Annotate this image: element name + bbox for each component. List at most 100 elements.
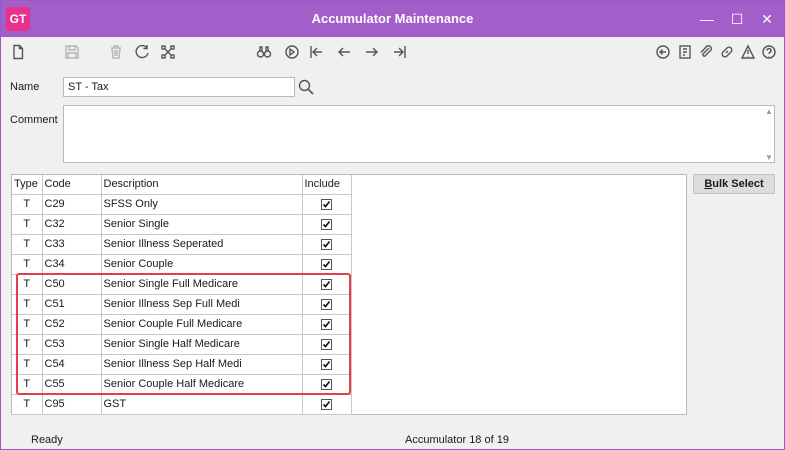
checkmark-icon <box>322 380 331 388</box>
find-icon[interactable] <box>252 40 276 64</box>
bulk-select-button[interactable]: Bulk Select <box>693 174 775 194</box>
minimize-button[interactable]: — <box>690 1 724 37</box>
cell-description[interactable]: Senior Illness Seperated <box>101 234 303 255</box>
cell-code[interactable]: C95 <box>42 394 102 415</box>
save-icon[interactable] <box>60 40 84 64</box>
table-row[interactable]: T C29 SFSS Only <box>12 194 352 215</box>
cell-type[interactable]: T <box>12 374 43 395</box>
cell-description[interactable]: Senior Illness Sep Full Medi <box>101 294 303 315</box>
table-row[interactable]: T C52 Senior Couple Full Medicare <box>12 314 352 335</box>
cell-code[interactable]: C50 <box>42 274 102 295</box>
delete-icon[interactable] <box>104 40 128 64</box>
cell-code[interactable]: C51 <box>42 294 102 315</box>
cell-description[interactable]: SFSS Only <box>101 194 303 215</box>
include-checkbox[interactable] <box>321 238 332 250</box>
cell-description[interactable]: GST <box>101 394 303 415</box>
status-text: Ready <box>31 434 63 446</box>
table-body: T C29 SFSS Only T C32 Senior Single T C33 Senior… <box>12 194 352 415</box>
table-row[interactable]: T C51 Senior Illness Sep Full Medi <box>12 294 352 315</box>
cell-code[interactable]: C55 <box>42 374 102 395</box>
cell-description[interactable]: Senior Single Half Medicare <box>101 334 303 355</box>
next-icon[interactable] <box>360 40 384 64</box>
cell-code[interactable]: C29 <box>42 194 102 215</box>
table-row[interactable]: T C50 Senior Single Full Medicare <box>12 274 352 295</box>
new-icon[interactable] <box>6 40 30 64</box>
cell-description[interactable]: Senior Single Full Medicare <box>101 274 303 295</box>
cell-include <box>302 394 352 415</box>
include-checkbox[interactable] <box>321 378 332 390</box>
refresh-icon[interactable] <box>130 40 154 64</box>
header-type[interactable]: Type <box>12 175 43 195</box>
header-description[interactable]: Description <box>101 175 303 195</box>
name-field[interactable]: ST - Tax <box>63 77 295 97</box>
include-checkbox[interactable] <box>321 198 332 210</box>
cell-type[interactable]: T <box>12 314 43 335</box>
comment-scroll-up-icon[interactable]: ▲ <box>765 107 773 116</box>
cell-type[interactable]: T <box>12 254 43 275</box>
header-code[interactable]: Code <box>42 175 102 195</box>
search-icon[interactable] <box>297 78 315 96</box>
table-row[interactable]: T C34 Senior Couple <box>12 254 352 275</box>
cell-type[interactable]: T <box>12 354 43 375</box>
cell-type[interactable]: T <box>12 214 43 235</box>
cell-code[interactable]: C33 <box>42 234 102 255</box>
last-icon[interactable] <box>388 40 412 64</box>
table-row[interactable]: T C33 Senior Illness Seperated <box>12 234 352 255</box>
cell-description[interactable]: Senior Couple <box>101 254 303 275</box>
cell-type[interactable]: T <box>12 234 43 255</box>
cell-code[interactable]: C32 <box>42 214 102 235</box>
cell-description[interactable]: Senior Couple Half Medicare <box>101 374 303 395</box>
cell-code[interactable]: C52 <box>42 314 102 335</box>
checkmark-icon <box>322 260 331 268</box>
table-row[interactable]: T C95 GST <box>12 394 352 415</box>
accumulator-maintenance-window: GT Accumulator Maintenance — ☐ ✕ Name ST… <box>0 0 785 450</box>
cell-code[interactable]: C53 <box>42 334 102 355</box>
header-include[interactable]: Include <box>302 175 352 195</box>
include-checkbox[interactable] <box>321 278 332 290</box>
include-checkbox[interactable] <box>321 298 332 310</box>
back-circle-icon[interactable] <box>651 40 675 64</box>
record-position: Accumulator 18 of 19 <box>405 434 509 446</box>
include-checkbox[interactable] <box>321 398 332 410</box>
checkmark-icon <box>322 220 331 228</box>
table-header-row: Type Code Description Include <box>12 175 352 195</box>
cell-code[interactable]: C34 <box>42 254 102 275</box>
cell-code[interactable]: C54 <box>42 354 102 375</box>
close-button[interactable]: ✕ <box>750 1 784 37</box>
cell-type[interactable]: T <box>12 294 43 315</box>
include-checkbox[interactable] <box>321 318 332 330</box>
checkmark-icon <box>322 280 331 288</box>
include-checkbox[interactable] <box>321 218 332 230</box>
cell-include <box>302 214 352 235</box>
cell-include <box>302 234 352 255</box>
title-bar: GT Accumulator Maintenance — ☐ ✕ <box>1 1 784 37</box>
table-row[interactable]: T C53 Senior Single Half Medicare <box>12 334 352 355</box>
include-checkbox[interactable] <box>321 358 332 370</box>
checkmark-icon <box>322 240 331 248</box>
accumulator-table: Type Code Description Include T C29 SFSS O… <box>12 175 352 415</box>
previous-icon[interactable] <box>332 40 356 64</box>
checkmark-icon <box>322 340 331 348</box>
checkmark-icon <box>322 400 331 408</box>
cell-description[interactable]: Senior Couple Full Medicare <box>101 314 303 335</box>
include-checkbox[interactable] <box>321 338 332 350</box>
comment-scroll-down-icon[interactable]: ▼ <box>765 153 773 162</box>
table-row[interactable]: T C55 Senior Couple Half Medicare <box>12 374 352 395</box>
cell-type[interactable]: T <box>12 274 43 295</box>
hierarchy-icon[interactable] <box>156 40 180 64</box>
comment-field[interactable] <box>63 105 775 163</box>
cell-type[interactable]: T <box>12 334 43 355</box>
cell-type[interactable]: T <box>12 394 43 415</box>
maximize-button[interactable]: ☐ <box>720 1 754 37</box>
first-icon[interactable] <box>304 40 328 64</box>
help-icon[interactable] <box>757 40 781 64</box>
cell-type[interactable]: T <box>12 194 43 215</box>
table-row[interactable]: T C54 Senior Illness Sep Half Medi <box>12 354 352 375</box>
table-row[interactable]: T C32 Senior Single <box>12 214 352 235</box>
include-checkbox[interactable] <box>321 258 332 270</box>
cell-include <box>302 334 352 355</box>
checkmark-icon <box>322 300 331 308</box>
goto-icon[interactable] <box>280 40 304 64</box>
cell-description[interactable]: Senior Illness Sep Half Medi <box>101 354 303 375</box>
cell-description[interactable]: Senior Single <box>101 214 303 235</box>
